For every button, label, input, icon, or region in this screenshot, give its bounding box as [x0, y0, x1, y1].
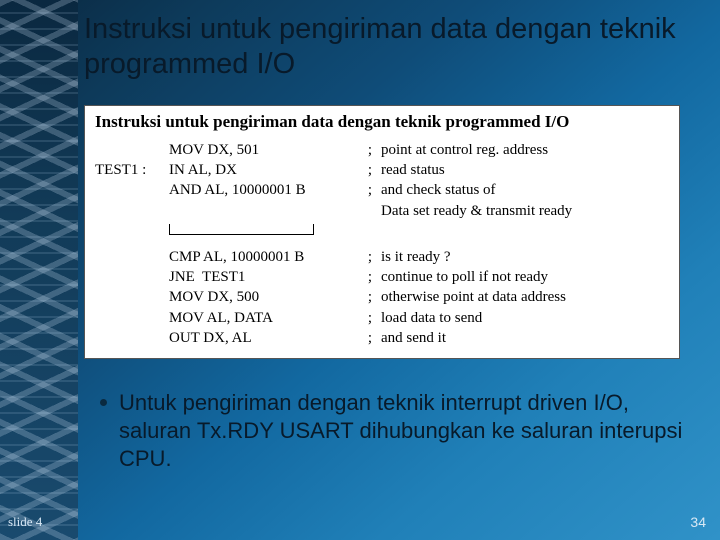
code-row: JNE TEST1 ; continue to poll if not read…	[95, 267, 669, 287]
slide-content: Instruksi untuk pengiriman data dengan t…	[84, 12, 702, 473]
page-number: 34	[690, 514, 706, 530]
code-row: Data set ready & transmit ready	[95, 201, 669, 221]
dna-background-strip	[0, 0, 78, 540]
bracket-underline	[169, 221, 314, 235]
code-row: AND AL, 10000001 B ; and check status of	[95, 180, 669, 200]
code-row: MOV AL, DATA ; load data to send	[95, 308, 669, 328]
code-row: OUT DX, AL ; and send it	[95, 328, 669, 348]
code-block-1: MOV DX, 501 ; point at control reg. addr…	[95, 140, 669, 348]
bullet-text: Untuk pengiriman dengan teknik interrupt…	[119, 389, 702, 473]
code-row: CMP AL, 10000001 B ; is it ready ?	[95, 247, 669, 267]
slide-title: Instruksi untuk pengiriman data dengan t…	[84, 12, 702, 83]
code-row: MOV DX, 500 ; otherwise point at data ad…	[95, 287, 669, 307]
code-figure: Instruksi untuk pengiriman data dengan t…	[84, 105, 680, 359]
code-row: TEST1 : IN AL, DX ; read status	[95, 160, 669, 180]
slide-label: slide 4	[8, 514, 42, 530]
bullet-dot-icon	[100, 399, 107, 406]
figure-heading: Instruksi untuk pengiriman data dengan t…	[95, 112, 669, 132]
code-row: MOV DX, 501 ; point at control reg. addr…	[95, 140, 669, 160]
bullet-item: Untuk pengiriman dengan teknik interrupt…	[100, 389, 702, 473]
